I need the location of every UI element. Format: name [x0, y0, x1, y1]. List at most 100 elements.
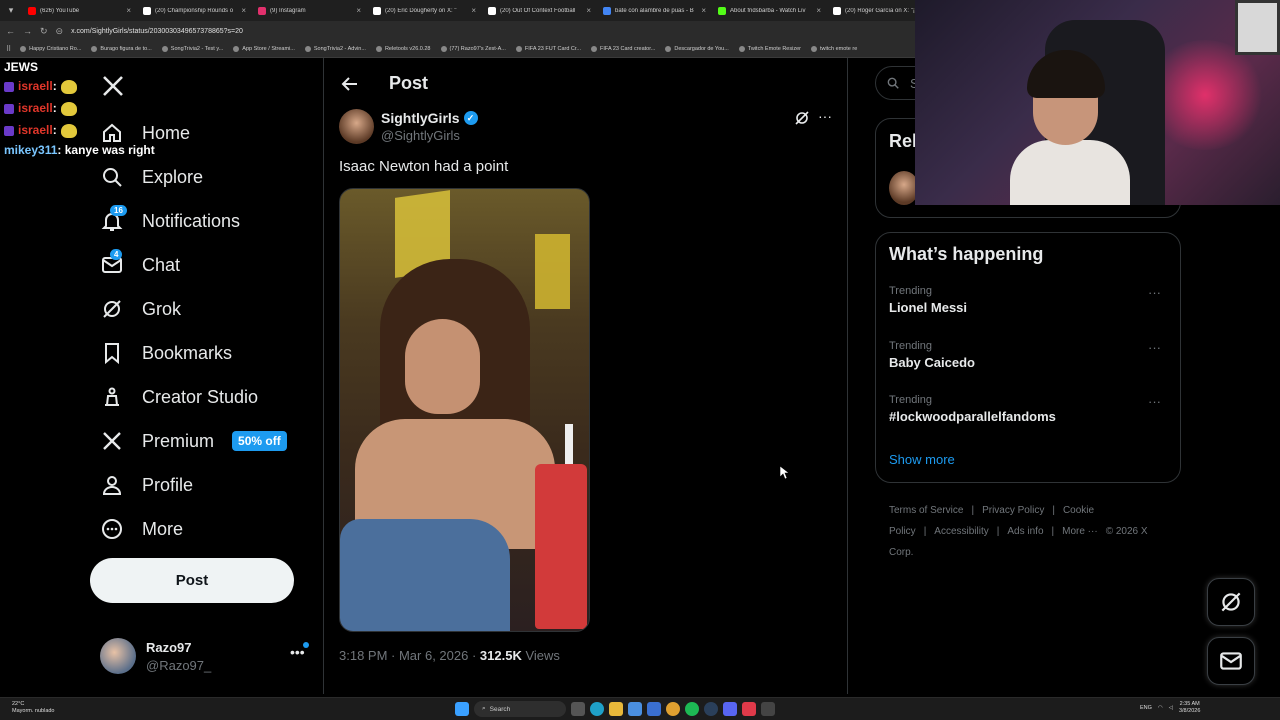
bookmark-item[interactable]: (77) Razo97's Zest-A... — [440, 46, 506, 52]
language-indicator[interactable]: ENG — [1140, 705, 1152, 711]
back-icon[interactable]: ← — [6, 26, 15, 36]
windows-start-icon[interactable] — [455, 702, 469, 716]
app-icon[interactable] — [761, 702, 775, 716]
taskbar-search[interactable]: ⌕ Search — [474, 701, 566, 717]
search-icon — [887, 77, 899, 89]
close-icon[interactable]: × — [356, 6, 361, 15]
nav-grok[interactable]: Grok — [100, 294, 181, 324]
discord-icon[interactable] — [723, 702, 737, 716]
browser-tab[interactable]: bate con alambre de puas - B × — [597, 0, 712, 21]
post-button[interactable]: Post — [90, 558, 294, 603]
nav-creator-studio[interactable]: Creator Studio — [100, 382, 258, 412]
close-icon[interactable]: × — [126, 6, 131, 15]
nav-profile[interactable]: Profile — [100, 470, 193, 500]
relevant-title: Rel — [889, 131, 918, 151]
more-horizontal-icon[interactable]: ··· — [818, 108, 832, 124]
tab-list-icon[interactable]: ▾ — [0, 0, 22, 21]
messages-fab-button[interactable] — [1207, 637, 1255, 685]
reload-icon[interactable]: ↻ — [40, 26, 48, 37]
bookmark-label: Happy Cristiano Ro... — [29, 46, 82, 52]
bookmark-item[interactable]: Twitch Emote Resizer — [738, 46, 801, 52]
post-image[interactable] — [339, 188, 590, 632]
nav-label: Bookmarks — [142, 342, 233, 363]
apps-icon[interactable]: ⠿ — [6, 45, 11, 53]
footer-link[interactable]: Ads info — [1007, 526, 1043, 537]
tab-favicon-icon — [258, 6, 266, 15]
chat-line: israell: — [4, 75, 155, 98]
bookmark-item[interactable]: App Store / Streami... — [233, 46, 295, 52]
bookmark-item[interactable]: Burago figura de to... — [91, 46, 152, 52]
edge-icon[interactable] — [590, 702, 604, 716]
bookmark-favicon-icon — [233, 46, 240, 52]
bookmark-label: Descargador de You... — [674, 46, 729, 52]
close-icon[interactable]: × — [471, 6, 476, 15]
trend-name: Lionel Messi — [889, 300, 968, 315]
browser-tab[interactable]: About fridsbarba - Watch Liv × — [712, 0, 827, 21]
tab-title: (626) YouTube — [40, 7, 80, 14]
forward-icon[interactable]: → — [23, 26, 32, 36]
trend-item[interactable]: Trending Baby Caicedo ··· — [889, 340, 1169, 370]
steam-icon[interactable] — [704, 702, 718, 716]
nav-bookmarks[interactable]: Bookmarks — [100, 338, 232, 368]
browser-tab[interactable]: (9) Instagram × — [252, 0, 367, 21]
grok-icon[interactable] — [794, 110, 810, 126]
bookmark-item[interactable]: SongTrivia2 - Advin... — [304, 46, 366, 52]
author-handle[interactable]: @SightlyGirls — [381, 128, 460, 143]
browser-tab[interactable]: (20) Out Of Context Football × — [482, 0, 597, 21]
store-icon[interactable] — [647, 702, 661, 716]
weather-widget[interactable]: 22°C Mayorm. nublado — [12, 701, 55, 715]
footer-link[interactable]: Privacy Policy — [982, 505, 1044, 516]
chrome-icon[interactable] — [666, 702, 680, 716]
nav-label: Explore — [142, 166, 204, 187]
nav-explore[interactable]: Explore — [100, 162, 203, 192]
account-switcher[interactable]: Razo97 @Razo97_ ••• — [100, 636, 310, 676]
weather-temp: 22°C — [12, 701, 25, 707]
more-horizontal-icon[interactable]: ··· — [1148, 394, 1161, 409]
bookmark-item[interactable]: FIFA 23 Card creator... — [591, 46, 655, 52]
site-info-icon[interactable]: ⊝ — [56, 26, 64, 37]
close-icon[interactable]: × — [816, 6, 821, 15]
browser-tab[interactable]: (20) Championship Rounds o × — [137, 0, 252, 21]
trend-item[interactable]: Trending Lionel Messi ··· — [889, 285, 1169, 315]
music-icon[interactable] — [742, 702, 756, 716]
photos-icon[interactable] — [628, 702, 642, 716]
more-horizontal-icon[interactable]: ··· — [1148, 340, 1161, 355]
grok-fab-button[interactable] — [1207, 578, 1255, 626]
close-icon[interactable]: × — [586, 6, 591, 15]
bookmark-item[interactable]: SongTrivia2 - Test y... — [161, 46, 223, 52]
url-field[interactable]: x.com/SightlyGirls/status/20300303496573… — [71, 28, 243, 35]
close-icon[interactable]: × — [241, 6, 246, 15]
task-view-icon[interactable] — [571, 702, 585, 716]
close-icon[interactable]: × — [701, 6, 706, 15]
more-horizontal-icon[interactable]: ··· — [1148, 285, 1161, 300]
trend-item[interactable]: Trending #lockwoodparallelfandoms ··· — [889, 394, 1169, 424]
footer-link[interactable]: Accessibility — [934, 526, 988, 537]
bookmark-item[interactable]: Descargador de You... — [665, 46, 729, 52]
bookmark-item[interactable]: Happy Cristiano Ro... — [20, 46, 81, 52]
nav-more[interactable]: More — [100, 514, 183, 544]
bookmark-item[interactable]: FIFA 23 FUT Card Cr... — [515, 46, 581, 52]
volume-icon[interactable]: ◁ — [1169, 705, 1173, 711]
mail-icon — [1220, 652, 1242, 670]
nav-notifications[interactable]: 16 Notifications — [100, 205, 240, 236]
browser-tab[interactable]: (626) YouTube × — [22, 0, 137, 21]
nav-premium[interactable]: Premium 50% off — [100, 426, 287, 456]
back-arrow-icon[interactable] — [340, 74, 360, 94]
footer-link[interactable]: More ··· — [1062, 526, 1098, 537]
file-explorer-icon[interactable] — [609, 702, 623, 716]
author-name-row[interactable]: SightlyGirls ✓ — [381, 110, 478, 126]
author-avatar[interactable] — [339, 109, 374, 144]
bookmark-item[interactable]: twitch emote re — [810, 46, 857, 52]
wifi-icon[interactable]: ◠ — [1158, 705, 1163, 711]
footer-link[interactable]: Terms of Service — [889, 505, 963, 516]
nav-chat[interactable]: 4 Chat — [100, 249, 180, 280]
emote-icon — [60, 101, 77, 116]
clock[interactable]: 2:35 AM 3/8/2026 — [1179, 701, 1200, 715]
browser-tab[interactable]: (20) Eric Dougherty on X: " × — [367, 0, 482, 21]
happening-title: What’s happening — [889, 244, 1044, 264]
show-more-link[interactable]: Show more — [889, 452, 955, 467]
spotify-icon[interactable] — [685, 702, 699, 716]
post-timestamp[interactable]: 3:18 PM · Mar 6, 2026 · — [339, 648, 476, 663]
trend-category: Trending — [889, 394, 933, 406]
bookmark-item[interactable]: Reletools v26.0.28 — [375, 46, 431, 52]
